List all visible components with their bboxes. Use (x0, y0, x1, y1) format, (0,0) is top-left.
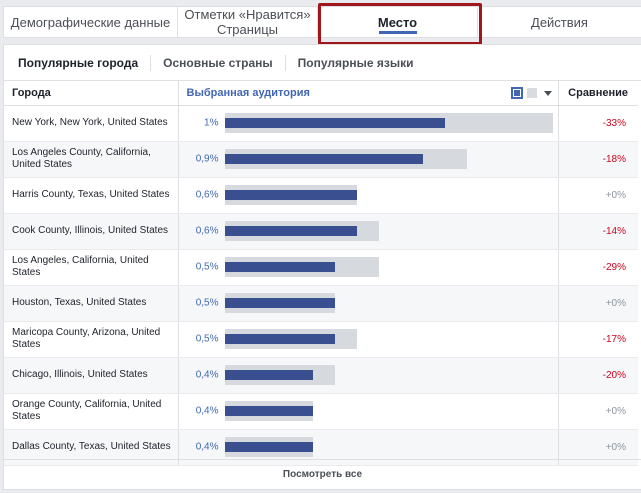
audience-cell: 0,5% (177, 249, 558, 286)
subtab-top-cities[interactable]: Популярные города (10, 54, 152, 71)
audience-percent: 0,5% (195, 261, 219, 273)
audience-percent: 0,9% (195, 153, 219, 165)
audience-cell: 0,6% (177, 213, 558, 250)
audience-bar (224, 226, 357, 236)
column-header-audience-label: Выбранная аудитория (186, 86, 310, 99)
sub-tab-bar: Популярные города Основные страны Популя… (4, 45, 641, 81)
city-name: Orange County, California, United States (4, 393, 178, 430)
audience-percent: 0,5% (195, 333, 219, 345)
audience-percent: 0,4% (195, 405, 219, 417)
table-row: Cook County, Illinois, United States 0,6%… (4, 213, 638, 250)
comparison-value: -20% (557, 357, 638, 394)
city-name: Los Angeles County, California, United S… (4, 141, 178, 178)
location-panel: Популярные города Основные страны Популя… (3, 44, 641, 490)
comparison-value: -17% (557, 321, 638, 358)
column-header-compare: Сравнение (557, 81, 638, 106)
highlight-annotation-box (318, 3, 482, 45)
table-row: Chicago, Illinois, United States 0,4% -20% (4, 357, 638, 394)
city-name: Chicago, Illinois, United States (4, 357, 178, 394)
audience-percent: 0,4% (195, 369, 219, 381)
table-row: Los Angeles, California, United States 0,… (4, 249, 638, 286)
audience-bar (224, 118, 445, 128)
audience-percent: 1% (204, 117, 219, 129)
table-row: Los Angeles County, California, United S… (4, 141, 638, 178)
comparison-value: -29% (557, 249, 638, 286)
see-all-link[interactable]: Посмотреть все (4, 459, 641, 489)
baseline-toggle-icon[interactable] (526, 88, 537, 98)
table-header-row: Города Выбранная аудитория Сравнение (4, 81, 638, 106)
subtab-top-languages[interactable]: Популярные языки (286, 55, 426, 71)
comparison-value: +0% (557, 177, 638, 214)
column-header-audience: Выбранная аудитория (177, 81, 558, 106)
audience-bar (224, 406, 313, 416)
audience-cell: 0,5% (177, 285, 558, 322)
chart-view-controls (510, 87, 552, 99)
audience-bar (224, 154, 423, 164)
city-name: Harris County, Texas, United States (4, 177, 178, 214)
comparison-value: -33% (557, 105, 638, 142)
audience-bar (224, 262, 335, 272)
table-row: Maricopa County, Arizona, United States 0… (4, 321, 638, 358)
audience-cell: 1% (177, 105, 558, 142)
audience-cell: 0,4% (177, 357, 558, 394)
audience-cell: 0,4% (177, 393, 558, 430)
table-row: New York, New York, United States 1% -33% (4, 105, 638, 142)
audience-cell: 0,9% (177, 141, 558, 178)
city-name: Los Angeles, California, United States (4, 249, 178, 286)
audience-percent: 0,6% (195, 189, 219, 201)
comparison-value: +0% (557, 285, 638, 322)
audience-bar (224, 370, 313, 380)
city-name: Cook County, Illinois, United States (4, 213, 178, 250)
audience-percent: 0,5% (195, 297, 219, 309)
audience-cell: 0,5% (177, 321, 558, 358)
cities-table: Города Выбранная аудитория Сравнение New… (4, 81, 638, 466)
city-name: New York, New York, United States (4, 105, 178, 142)
column-header-cities: Города (4, 81, 178, 106)
audience-bar (224, 298, 335, 308)
audience-bar (224, 334, 335, 344)
table-row: Orange County, California, United States… (4, 393, 638, 430)
audience-bar (224, 442, 313, 452)
subtab-top-countries[interactable]: Основные страны (151, 54, 286, 71)
city-name: Houston, Texas, United States (4, 285, 178, 322)
audience-cell: 0,6% (177, 177, 558, 214)
comparison-value: -14% (557, 213, 638, 250)
comparison-value: -18% (557, 141, 638, 178)
table-row: Houston, Texas, United States 0,5% +0% (4, 285, 638, 322)
tab-activity[interactable]: Действия (478, 7, 641, 37)
chevron-down-icon[interactable] (543, 90, 552, 96)
comparison-value: +0% (557, 393, 638, 430)
tab-page-likes[interactable]: Отметки «Нравится» Страницы (178, 7, 318, 37)
bar-view-toggle-icon[interactable] (510, 87, 523, 99)
tab-demographics[interactable]: Демографические данные (4, 7, 178, 37)
audience-percent: 0,4% (195, 441, 219, 453)
audience-bar (224, 190, 357, 200)
audience-percent: 0,6% (195, 225, 219, 237)
table-row: Harris County, Texas, United States 0,6% +… (4, 177, 638, 214)
city-name: Maricopa County, Arizona, United States (4, 321, 178, 358)
